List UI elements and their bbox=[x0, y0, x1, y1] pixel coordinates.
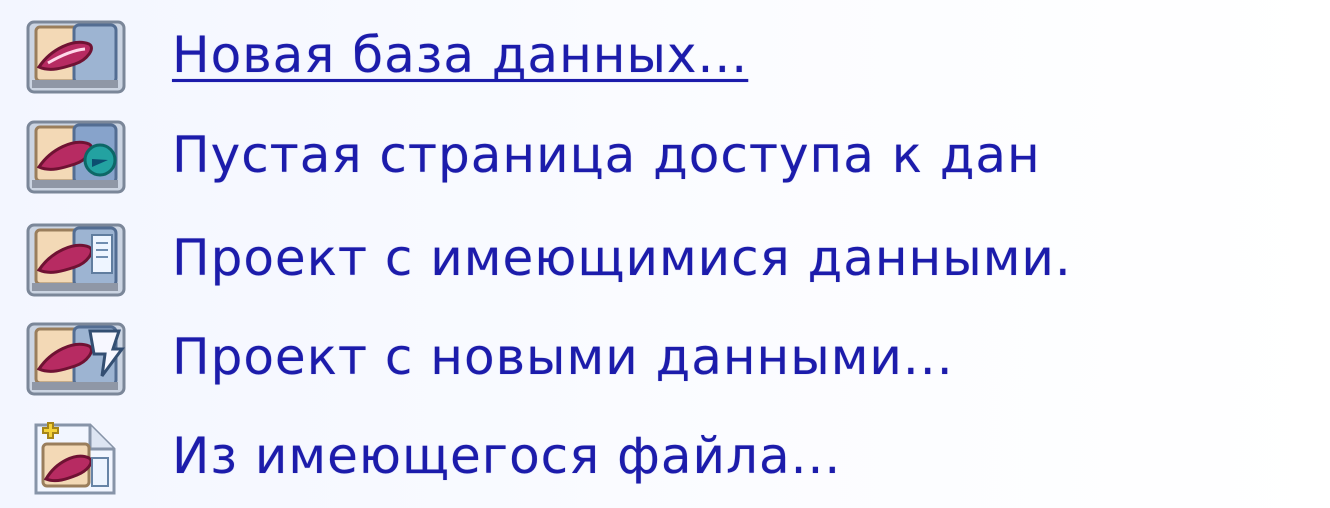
project-existing-data-icon bbox=[26, 223, 126, 297]
new-database-label[interactable]: Новая база данных... bbox=[172, 30, 748, 80]
blank-data-access-page-label[interactable]: Пустая страница доступа к дан bbox=[172, 130, 1041, 180]
new-file-task-pane: Новая база данных... Пустая страница дос… bbox=[0, 0, 1330, 508]
project-new-data-link[interactable]: Проект с новыми данными... bbox=[18, 316, 1330, 398]
new-database-icon bbox=[26, 20, 126, 94]
project-new-data-icon bbox=[26, 322, 126, 396]
project-existing-data-link[interactable]: Проект с имеющимися данными. bbox=[18, 217, 1330, 299]
from-existing-file-icon bbox=[34, 422, 116, 495]
blank-data-access-page-link[interactable]: Пустая страница доступа к дан bbox=[18, 114, 1330, 196]
new-database-link[interactable]: Новая база данных... bbox=[18, 14, 1330, 96]
from-existing-file-link[interactable]: Из имеющегося файла... bbox=[18, 415, 1330, 497]
from-existing-file-label[interactable]: Из имеющегося файла... bbox=[172, 431, 841, 481]
project-new-data-label[interactable]: Проект с новыми данными... bbox=[172, 332, 954, 382]
project-existing-data-label[interactable]: Проект с имеющимися данными. bbox=[172, 233, 1072, 283]
blank-data-access-page-icon bbox=[26, 120, 126, 194]
